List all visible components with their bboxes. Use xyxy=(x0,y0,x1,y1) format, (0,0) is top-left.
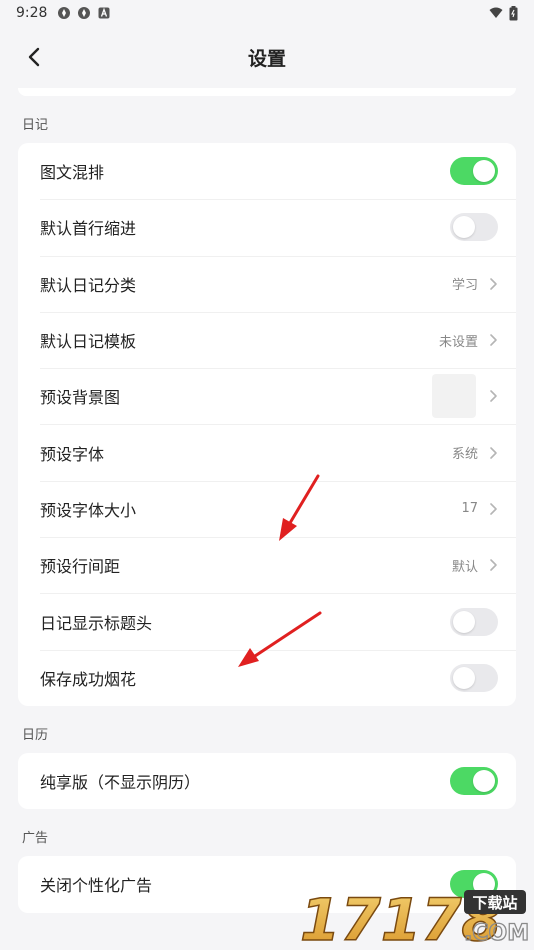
settings-card: 关闭个性化广告 xyxy=(18,856,516,913)
settings-row-control xyxy=(432,374,498,419)
settings-row[interactable]: 预设背景图 xyxy=(18,368,516,424)
previous-card-remnant xyxy=(18,88,516,96)
settings-row-control: 学习 xyxy=(452,274,498,293)
page-title: 设置 xyxy=(247,47,286,70)
chevron-right-icon xyxy=(490,277,497,290)
settings-row[interactable]: 预设字体大小 17 xyxy=(18,480,516,537)
chevron-left-icon xyxy=(28,47,40,67)
settings-row-value: 学习 xyxy=(451,278,478,294)
toggle-switch[interactable] xyxy=(450,870,498,899)
notification-app-icon xyxy=(78,7,91,19)
chevron-right-icon xyxy=(490,559,497,572)
battery-icon xyxy=(509,5,518,20)
settings-row-label: 纯享版（不显示阴历） xyxy=(40,773,201,793)
settings-card: 纯享版（不显示阴历） xyxy=(18,752,516,810)
settings-row-label: 保存成功烟花 xyxy=(40,669,137,689)
settings-row-label: 图文混排 xyxy=(40,163,105,183)
settings-row-control xyxy=(450,607,498,636)
settings-row[interactable]: 日记显示标题头 xyxy=(18,593,516,649)
toggle-switch[interactable] xyxy=(450,663,498,692)
chevron-right-icon xyxy=(490,503,497,515)
settings-row[interactable]: 关闭个性化广告 xyxy=(18,856,516,912)
settings-row-control xyxy=(450,157,498,186)
settings-row-label: 预设行间距 xyxy=(40,557,121,577)
status-notification-icons xyxy=(57,6,111,20)
settings-row[interactable]: 图文混排 xyxy=(18,143,516,199)
header: 设置 xyxy=(0,26,534,88)
settings-row[interactable]: 默认首行缩进 xyxy=(18,199,516,255)
settings-row-label: 默认日记模板 xyxy=(40,332,137,352)
back-button[interactable] xyxy=(20,43,48,71)
notification-a-icon xyxy=(98,7,110,19)
chevron-right-icon xyxy=(490,446,497,459)
watermark-domain: .COM xyxy=(464,921,528,946)
settings-row[interactable]: 预设字体 系统 xyxy=(18,424,516,480)
settings-row-control xyxy=(450,213,498,242)
toggle-switch[interactable] xyxy=(450,607,498,636)
settings-row-control xyxy=(450,663,498,692)
settings-row[interactable]: 保存成功烟花 xyxy=(18,649,516,706)
wifi-icon xyxy=(489,7,503,18)
chevron-right-icon xyxy=(490,334,497,346)
settings-row[interactable]: 默认日记分类 学习 xyxy=(18,255,516,312)
settings-row-value: 未设置 xyxy=(438,334,478,350)
settings-row-label: 默认首行缩进 xyxy=(40,219,137,239)
settings-row-control xyxy=(450,767,498,796)
section-label: 日历 xyxy=(22,727,49,743)
settings-row[interactable]: 预设行间距 默认 xyxy=(18,537,516,593)
status-system-icons xyxy=(489,5,518,21)
settings-row-control: 默认 xyxy=(452,556,498,575)
settings-row-label: 关闭个性化广告 xyxy=(40,876,153,896)
settings-row[interactable]: 纯享版（不显示阴历） xyxy=(18,753,516,809)
chevron-right-icon xyxy=(490,390,497,403)
toggle-switch[interactable] xyxy=(450,767,498,796)
settings-sections: 日记图文混排默认首行缩进 默认日记分类 学习默认日记模板 未设置预设背景图预设字体 系统… xyxy=(0,96,534,913)
settings-row-control: 系统 xyxy=(452,443,498,462)
settings-row-control: 未设置 xyxy=(439,331,498,350)
settings-row-control: 17 xyxy=(461,501,498,516)
settings-row-label: 预设字体大小 xyxy=(40,500,137,520)
status-bar: 9:28 xyxy=(0,0,534,26)
settings-row-label: 预设字体 xyxy=(40,444,105,464)
settings-row-control xyxy=(450,870,498,899)
background-image-thumbnail[interactable] xyxy=(432,374,476,419)
settings-row-value: 默认 xyxy=(451,559,478,575)
settings-row[interactable]: 默认日记模板 未设置 xyxy=(18,311,516,368)
settings-row-value: 系统 xyxy=(451,447,478,463)
settings-row-label: 预设背景图 xyxy=(40,388,121,408)
toggle-switch[interactable] xyxy=(450,157,498,186)
settings-row-label: 默认日记分类 xyxy=(40,275,137,295)
notification-app-icon xyxy=(58,7,71,19)
section-label: 日记 xyxy=(22,118,49,133)
status-time: 9:28 xyxy=(16,5,48,21)
settings-row-label: 日记显示标题头 xyxy=(40,613,153,633)
settings-card: 图文混排 默认首行缩进 默认日记分类 学习 默认日记模板 未设置 预设背景图 预设字体 系统 预设… xyxy=(18,143,516,706)
section-label: 广告 xyxy=(22,831,49,847)
toggle-switch[interactable] xyxy=(450,213,498,242)
settings-row-value: 17 xyxy=(461,501,478,517)
